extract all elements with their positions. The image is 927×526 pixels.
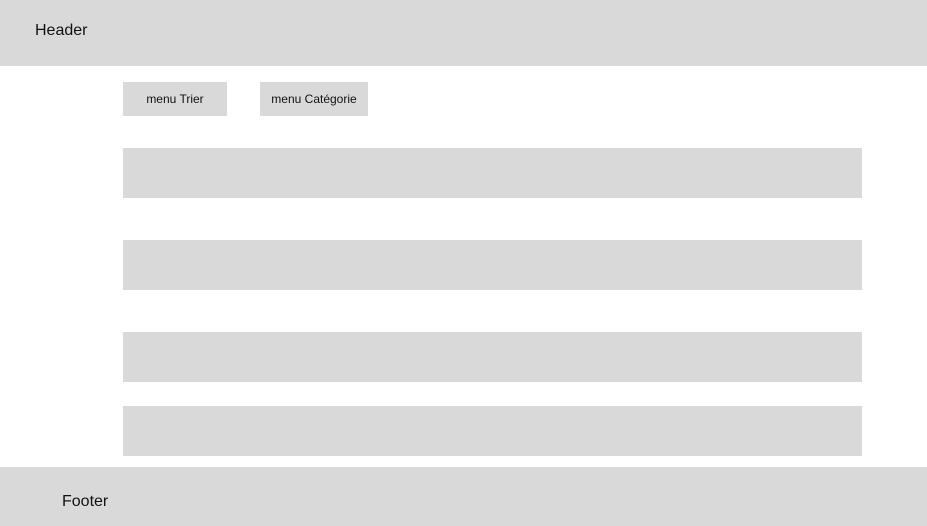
footer: Footer	[0, 467, 927, 526]
content-row-placeholder	[123, 332, 862, 382]
content-row-placeholder	[123, 406, 862, 456]
content-row-placeholder	[123, 240, 862, 290]
category-menu-button[interactable]: menu Catégorie	[260, 82, 368, 116]
content-row-placeholder	[123, 148, 862, 198]
header-title: Header	[35, 22, 88, 39]
page: Header menu Trier menu Catégorie Footer	[0, 0, 927, 526]
header: Header	[0, 0, 927, 66]
footer-title: Footer	[62, 493, 109, 510]
sort-menu-button[interactable]: menu Trier	[123, 82, 227, 116]
